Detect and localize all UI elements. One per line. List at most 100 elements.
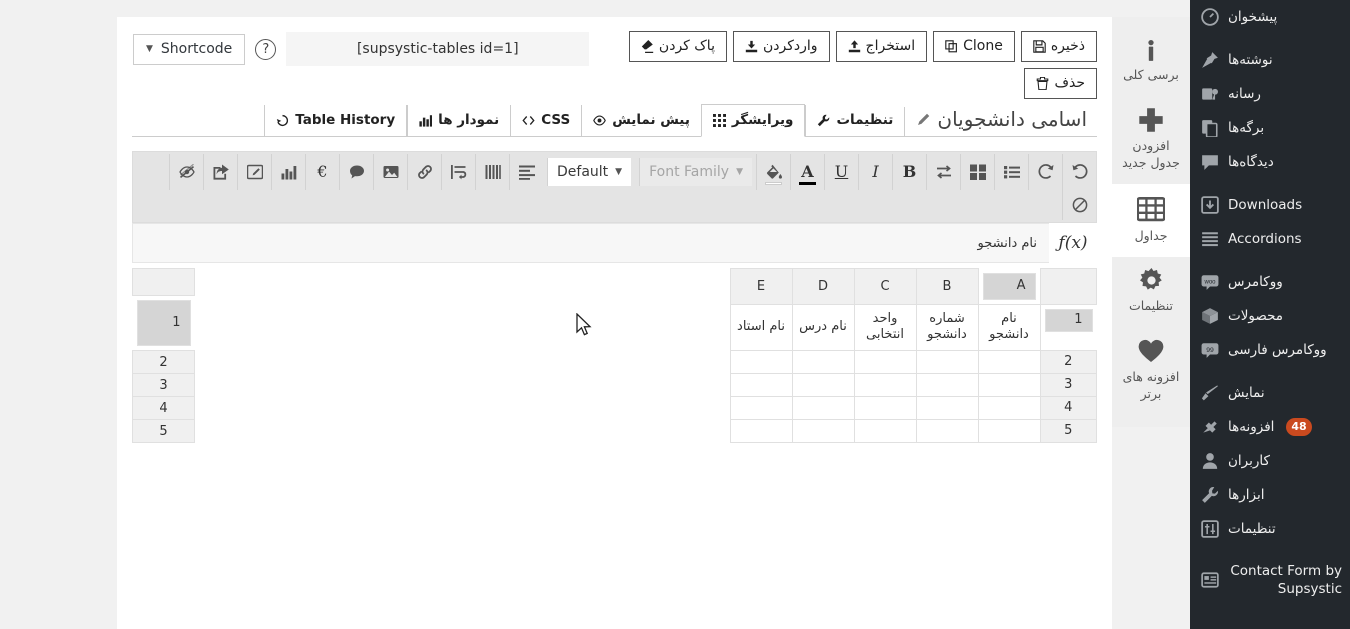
cell-C5[interactable] <box>853 418 917 443</box>
cell-D1[interactable]: نام درس <box>791 303 855 351</box>
cell-A4[interactable] <box>977 395 1041 420</box>
tab-3[interactable]: CSS <box>510 105 581 136</box>
image-button[interactable] <box>373 154 407 190</box>
cell-A1[interactable]: نام دانشجو <box>977 303 1041 351</box>
align-button[interactable] <box>509 154 543 190</box>
cell-D5[interactable] <box>791 418 855 443</box>
column-header-D[interactable]: D <box>791 268 855 305</box>
wp-menu-item-1[interactable]: نوشته‌ها <box>1190 43 1350 77</box>
help-icon[interactable]: ? <box>255 38 277 60</box>
shortcode-value[interactable]: [supsystic-tables id=1] <box>286 32 590 66</box>
rail-item-4[interactable]: افزونه های برتر <box>1112 327 1190 415</box>
cell-C2[interactable] <box>853 349 917 374</box>
wp-menu-item-15[interactable]: Contact Form by Supsystic <box>1190 555 1350 605</box>
action-button-4[interactable]: پاک کردن <box>628 31 727 62</box>
cell-B2[interactable] <box>915 349 979 374</box>
font-family-select[interactable]: ▼ Font Family <box>639 158 752 186</box>
currency-button[interactable]: € <box>305 154 339 190</box>
wp-menu-item-0[interactable]: پیشخوان <box>1190 0 1350 34</box>
action-button-3[interactable]: واردکردن <box>732 31 830 62</box>
row-header-left-1[interactable]: 1 <box>136 300 191 346</box>
wp-menu-item-9[interactable]: ووکامرس فارسی 99 <box>1190 333 1350 367</box>
rail-item-3[interactable]: تنظیمات <box>1112 257 1190 327</box>
wp-menu-item-2[interactable]: رسانه <box>1190 77 1350 111</box>
wp-menu-item-5[interactable]: Downloads <box>1190 188 1350 222</box>
action-button-2[interactable]: استخراج <box>835 31 928 62</box>
text-color-button[interactable]: A <box>790 154 824 190</box>
cell-A2[interactable] <box>977 349 1041 374</box>
tab-1[interactable]: ویرایشگر <box>700 104 806 137</box>
cell-E4[interactable] <box>729 395 793 420</box>
tab-4[interactable]: نمودار ها <box>407 105 510 136</box>
swap-button[interactable] <box>926 154 960 190</box>
cell-format-select[interactable]: ▼ Default <box>547 158 632 186</box>
cell-A5[interactable] <box>977 418 1041 443</box>
row-header-4[interactable]: 4 <box>1039 395 1097 420</box>
shortcode-select[interactable]: ▼ Shortcode <box>133 33 246 65</box>
list-button[interactable] <box>994 154 1028 190</box>
wp-menu-item-4[interactable]: دیدگاه‌ها <box>1190 145 1350 179</box>
table-title[interactable]: اسامی دانشجویان <box>904 107 1097 136</box>
cell-B1[interactable]: شماره دانشجو <box>915 303 979 351</box>
row-header-left-2[interactable]: 2 <box>132 350 195 374</box>
cell-C4[interactable] <box>853 395 917 420</box>
action-button-5[interactable]: حذف <box>1024 68 1097 99</box>
italic-button[interactable]: I <box>858 154 892 190</box>
row-header-1[interactable]: 1 <box>1044 308 1093 332</box>
wp-menu-item-11[interactable]: 48 افزونه‌ها <box>1190 410 1350 444</box>
cell-D3[interactable] <box>791 372 855 397</box>
chart-button[interactable] <box>271 154 305 190</box>
cell-E3[interactable] <box>729 372 793 397</box>
cell-B4[interactable] <box>915 395 979 420</box>
cell-C1[interactable]: واحد انتخابی <box>853 303 917 351</box>
cell-C3[interactable] <box>853 372 917 397</box>
column-header-E[interactable]: E <box>729 268 793 305</box>
wp-menu-item-13[interactable]: ابزارها <box>1190 478 1350 512</box>
tab-0[interactable]: تنظیمات <box>805 105 904 136</box>
column-header-B[interactable]: B <box>915 268 979 305</box>
rail-item-1[interactable]: افزودن جدول جدید <box>1112 96 1190 184</box>
function-icon[interactable]: ƒ(x) <box>1049 223 1097 263</box>
row-header-5[interactable]: 5 <box>1039 418 1097 443</box>
action-button-1[interactable]: Clone <box>933 31 1015 62</box>
wp-menu-item-7[interactable]: ووکامرس woo <box>1190 265 1350 299</box>
undo-button[interactable] <box>1062 154 1096 190</box>
cell-E5[interactable] <box>729 418 793 443</box>
wrap-text-button[interactable] <box>441 154 475 190</box>
wp-menu-item-14[interactable]: تنظیمات <box>1190 512 1350 546</box>
column-header-A[interactable]: A <box>982 272 1036 300</box>
row-header-3[interactable]: 3 <box>1039 372 1097 397</box>
bold-button[interactable]: B <box>892 154 926 190</box>
row-header-left-4[interactable]: 4 <box>132 396 195 420</box>
cell-E1[interactable]: نام استاد <box>729 303 793 351</box>
hide-button[interactable] <box>169 154 203 190</box>
tab-5[interactable]: Table History <box>264 105 408 136</box>
link-button[interactable] <box>407 154 441 190</box>
wp-menu-item-3[interactable]: برگه‌ها <box>1190 111 1350 145</box>
clear-format-button[interactable] <box>1062 190 1096 220</box>
formula-input[interactable]: نام دانشجو <box>132 223 1049 263</box>
redo-button[interactable] <box>1028 154 1062 190</box>
comment-button[interactable] <box>339 154 373 190</box>
merge-cells-button[interactable] <box>960 154 994 190</box>
cell-E2[interactable] <box>729 349 793 374</box>
tab-2[interactable]: پیش نمایش <box>581 105 701 136</box>
cell-B3[interactable] <box>915 372 979 397</box>
share-button[interactable] <box>203 154 237 190</box>
row-header-left-3[interactable]: 3 <box>132 373 195 397</box>
cell-D4[interactable] <box>791 395 855 420</box>
wp-menu-item-8[interactable]: محصولات <box>1190 299 1350 333</box>
row-header-2[interactable]: 2 <box>1039 349 1097 374</box>
grid-corner[interactable] <box>1039 268 1097 305</box>
wp-menu-item-12[interactable]: کاربران <box>1190 444 1350 478</box>
underline-button[interactable]: U <box>824 154 858 190</box>
row-header-left-5[interactable]: 5 <box>132 419 195 443</box>
wp-menu-item-6[interactable]: Accordions <box>1190 222 1350 256</box>
rail-item-0[interactable]: برسی کلی <box>1112 29 1190 96</box>
cell-D2[interactable] <box>791 349 855 374</box>
cell-A3[interactable] <box>977 372 1041 397</box>
column-header-C[interactable]: C <box>853 268 917 305</box>
grid-corner-left[interactable] <box>132 268 195 296</box>
cell-B5[interactable] <box>915 418 979 443</box>
action-button-0[interactable]: ذخیره <box>1020 31 1097 62</box>
